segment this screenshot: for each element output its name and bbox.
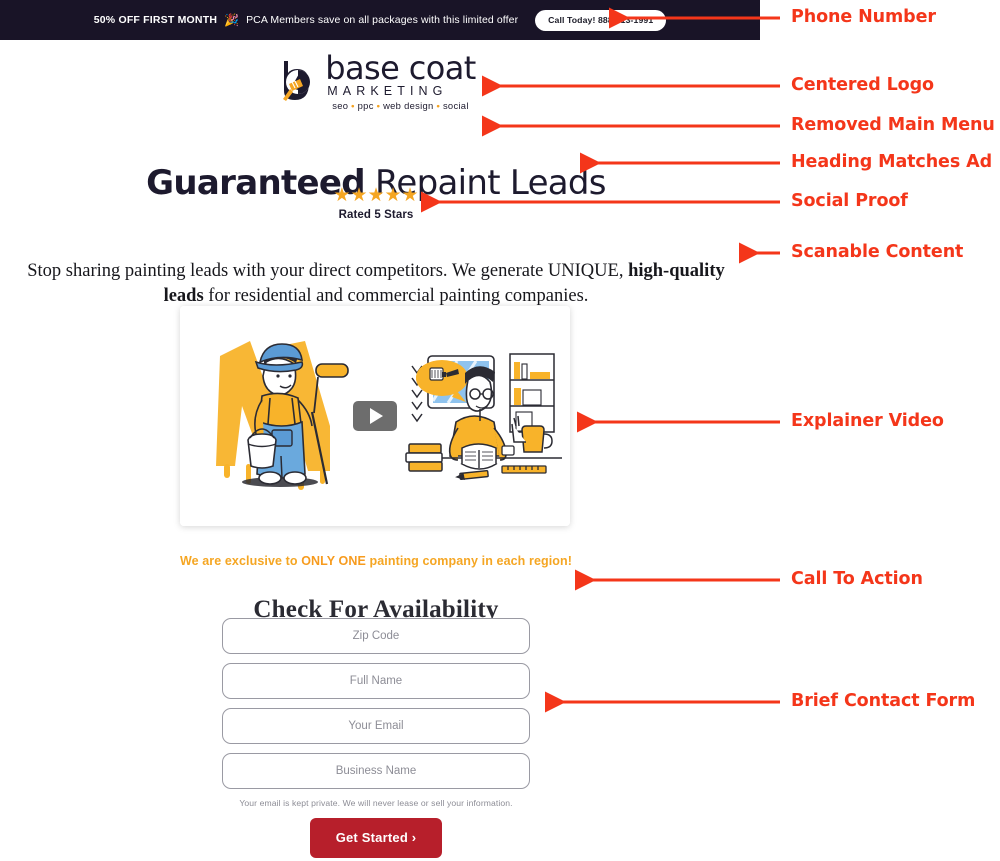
play-triangle-icon [370, 408, 383, 424]
exclusivity-notice: We are exclusive to ONLY ONE painting co… [0, 554, 752, 568]
annotation-label: Social Proof [791, 191, 908, 211]
annotation-label: Brief Contact Form [791, 691, 976, 711]
annotation-label: Scanable Content [791, 242, 964, 262]
exclusivity-text-before: We are exclusive to [179, 554, 302, 568]
social-proof-block: ★★★★★ Rated 5 Stars [0, 186, 752, 221]
logo-tagline-dot: • [436, 99, 441, 111]
intro-paragraph: Stop sharing painting leads with your di… [8, 259, 744, 310]
promo-discount-text: 50% OFF FIRST MONTH [93, 14, 218, 26]
submit-button-container: Get Started › [0, 818, 752, 858]
explainer-video-card[interactable] [180, 306, 570, 526]
logo-tagline-dot: • [351, 99, 355, 111]
privacy-note: Your email is kept private. We will neve… [239, 798, 513, 808]
rating-label: Rated 5 Stars [338, 209, 414, 221]
intro-text-before: Stop sharing painting leads with your di… [27, 260, 629, 281]
annotation-label: Removed Main Menu [791, 115, 995, 135]
play-button-icon[interactable] [353, 401, 397, 431]
landing-page-annotated-screenshot: 50% OFF FIRST MONTH 🎉 PCA Members save o… [0, 0, 1000, 861]
star-rating-icon: ★★★★★ [333, 185, 419, 206]
logo-tagline-webdesign: web design [383, 99, 434, 111]
logo-wordmark: base coat [325, 49, 476, 87]
annotation-label: Centered Logo [791, 75, 934, 95]
logo-subtitle: MARKETING [327, 84, 448, 98]
promo-banner: 50% OFF FIRST MONTH 🎉 PCA Members save o… [0, 0, 760, 40]
annotation-label: Call To Action [791, 569, 923, 589]
intro-text-after: for residential and commercial painting … [203, 286, 589, 307]
promo-message-text: PCA Members save on all packages with th… [246, 14, 519, 26]
annotation-label: Heading Matches Ad [791, 152, 992, 172]
party-popper-icon: 🎉 [224, 13, 240, 27]
logo-tagline-ppc: ppc [357, 99, 374, 111]
contact-form [222, 618, 530, 798]
call-today-button[interactable]: Call Today! 888-313-1991 [535, 9, 667, 31]
logo-tagline-social: social [442, 99, 469, 111]
zip-code-input[interactable] [222, 618, 530, 654]
exclusivity-text-after: painting company in each region! [365, 554, 573, 568]
logo-tagline-seo: seo [332, 99, 349, 111]
full-name-input[interactable] [222, 663, 530, 699]
logo-container: base coat MARKETING seo • ppc • web desi… [0, 52, 752, 110]
logo-tagline: seo • ppc • web design • social [325, 99, 475, 111]
base-coat-brush-logo-icon [283, 61, 311, 102]
email-input[interactable] [222, 708, 530, 744]
annotation-label: Explainer Video [791, 411, 944, 431]
annotation-label: Phone Number [791, 7, 936, 27]
exclusivity-highlight: ONLY ONE [301, 554, 366, 568]
get-started-button[interactable]: Get Started › [309, 818, 443, 858]
site-logo[interactable]: base coat MARKETING seo • ppc • web desi… [276, 49, 476, 111]
logo-tagline-dot: • [376, 99, 381, 111]
business-name-input[interactable] [222, 753, 530, 789]
